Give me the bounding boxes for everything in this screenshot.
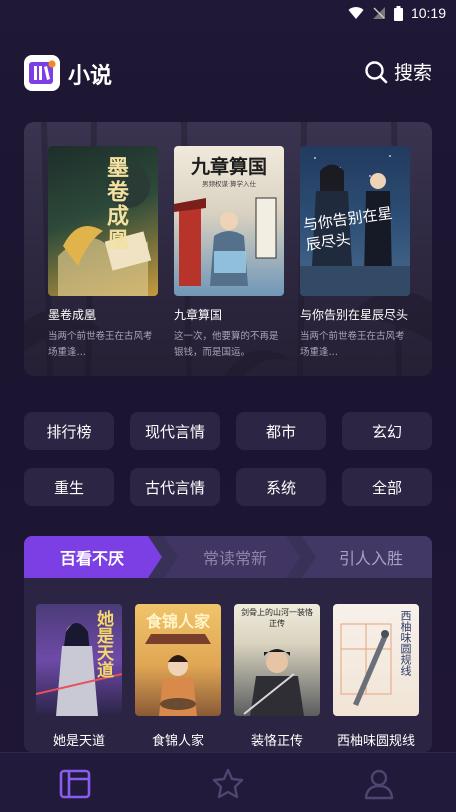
category-fantasy[interactable]: 玄幻	[342, 412, 432, 450]
featured-book-desc: 当两个前世卷王在古风考场重逢…	[48, 331, 153, 358]
book-cover: 墨卷成凰	[48, 146, 158, 296]
cover-art	[174, 197, 277, 286]
star-icon	[212, 768, 244, 799]
ranking-panel: 百看不厌 常读常新 引人入胜 她是天道 她是天道 食锦人家 食锦人家 剑骨上的山…	[24, 536, 432, 752]
book-cover: 食锦人家	[135, 604, 221, 716]
category-ancient-romance[interactable]: 古代言情	[130, 468, 220, 506]
nav-profile[interactable]	[362, 767, 396, 801]
featured-book[interactable]: 与你告别在星辰尽头 与你告别在星辰尽头 当两个前世卷王在古风考场重逢…	[300, 146, 410, 361]
featured-book-title: 九章算国	[174, 308, 223, 322]
featured-book-title: 墨卷成凰	[48, 308, 97, 322]
book-item[interactable]: 剑骨上的山河一装恪正传 装恪正传	[234, 604, 320, 749]
search-button[interactable]: 搜索	[364, 58, 432, 85]
bookshelf-icon	[59, 769, 91, 799]
featured-book[interactable]: 墨卷成凰 墨卷成凰 当两个前世卷王在古风考场重逢…	[48, 146, 158, 361]
book-cover: 剑骨上的山河一装恪正传	[234, 604, 320, 716]
book-item[interactable]: 她是天道 她是天道	[36, 604, 122, 749]
category-rebirth[interactable]: 重生	[24, 468, 114, 506]
book-item[interactable]: 食锦人家 食锦人家	[135, 604, 221, 749]
book-cover: 西柚味圆规线	[333, 604, 419, 716]
book-logo-icon	[24, 55, 60, 91]
book-cover: 她是天道	[36, 604, 122, 716]
cover-title-text: 西柚味圆规线	[399, 610, 412, 676]
featured-book-desc: 这一次，他要算的不再是银钱，而是国运。	[174, 331, 279, 358]
ranking-book-list: 她是天道 她是天道 食锦人家 食锦人家 剑骨上的山河一装恪正传 装恪正传 西柚味…	[36, 604, 419, 749]
bottom-navigation	[0, 752, 456, 812]
book-title: 她是天道	[52, 734, 105, 749]
cover-title-text: 她是天道	[93, 610, 113, 678]
ranking-tabs: 百看不厌 常读常新 引人入胜	[24, 536, 432, 578]
app-header: 小说 搜索	[24, 52, 432, 92]
category-grid: 排行榜 现代言情 都市 玄幻 重生 古代言情 系统 全部	[24, 412, 432, 506]
category-all[interactable]: 全部	[342, 468, 432, 506]
featured-book-title: 与你告别在星辰尽头	[300, 308, 409, 322]
category-ranking[interactable]: 排行榜	[24, 412, 114, 450]
book-title: 食锦人家	[151, 734, 204, 749]
category-system[interactable]: 系统	[236, 468, 326, 506]
book-title: 西柚味圆规线	[336, 734, 415, 749]
featured-book-desc: 当两个前世卷王在古风考场重逢…	[300, 331, 405, 358]
nav-bookshelf[interactable]	[58, 767, 92, 801]
tab-engaging[interactable]: 引人入胜	[310, 536, 432, 578]
signal-off-icon	[372, 7, 385, 19]
tab-classic[interactable]: 百看不厌	[24, 536, 160, 578]
search-label: 搜索	[393, 62, 432, 84]
book-cover: 与你告别在星辰尽头	[300, 146, 410, 296]
app-title: 小说	[68, 64, 113, 89]
search-icon	[365, 60, 388, 83]
cover-title-text: 墨卷成凰	[103, 156, 129, 252]
cover-title-text: 食锦人家	[145, 612, 210, 631]
book-item[interactable]: 西柚味圆规线 西柚味圆规线	[333, 604, 419, 749]
nav-favorites[interactable]	[211, 767, 245, 801]
featured-banner[interactable]: 墨卷成凰 墨卷成凰 当两个前世卷王在古风考场重逢… 九章算国 男频权谋·算学入仕…	[24, 122, 432, 376]
status-time: 10:19	[410, 5, 446, 21]
battery-icon	[393, 5, 403, 21]
tab-evergreen[interactable]: 常读常新	[170, 536, 300, 578]
featured-book[interactable]: 九章算国 男频权谋·算学入仕 九章算国 这一次，他要算的不再是银钱，而是国运。	[174, 146, 284, 361]
book-cover: 九章算国 男频权谋·算学入仕	[174, 146, 284, 296]
cover-title-text: 剑骨上的山河一装恪正传	[241, 608, 313, 628]
wifi-icon	[348, 7, 364, 20]
category-urban[interactable]: 都市	[236, 412, 326, 450]
profile-icon	[364, 769, 394, 800]
status-bar: 10:19	[0, 0, 456, 28]
category-modern-romance[interactable]: 现代言情	[130, 412, 220, 450]
book-title: 装恪正传	[250, 734, 303, 749]
status-icons: 10:19	[348, 5, 446, 21]
